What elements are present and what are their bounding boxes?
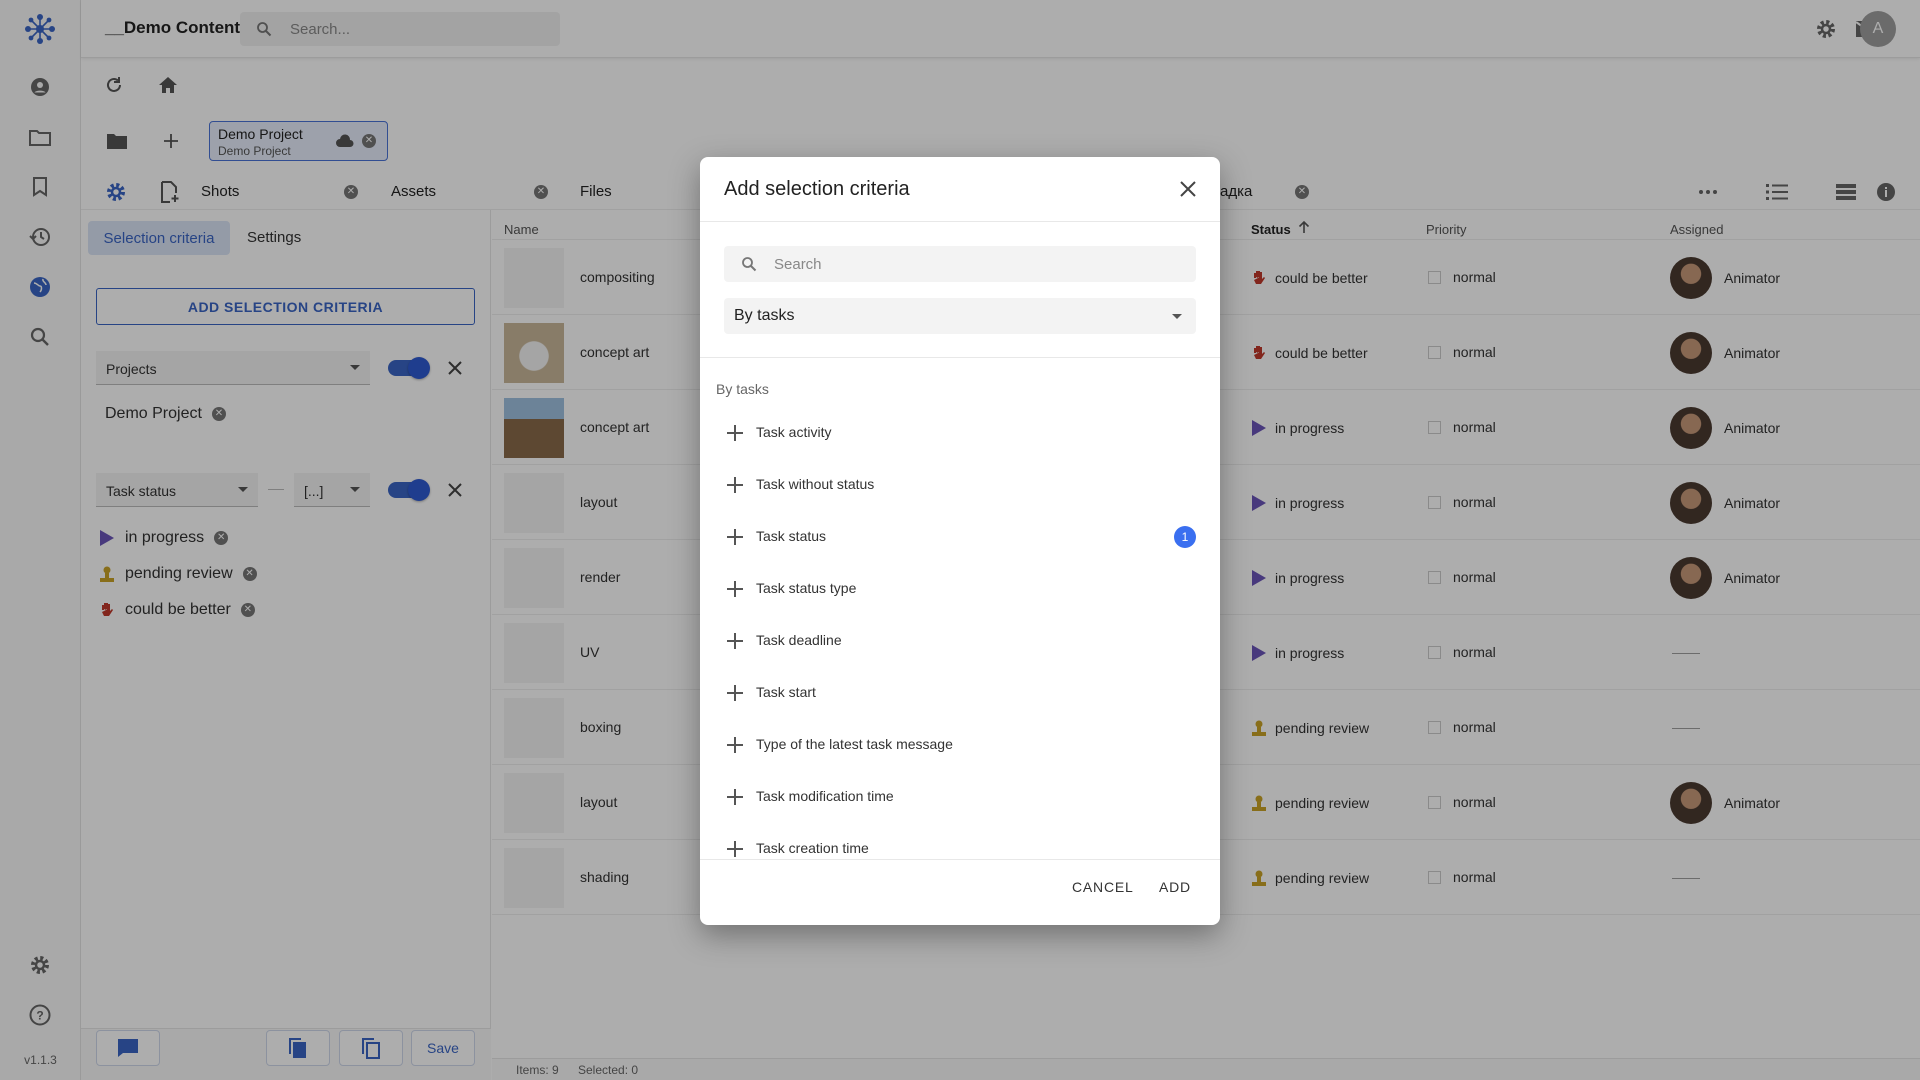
select-value: By tasks [734,307,795,324]
divider [700,221,1220,222]
cancel-button[interactable]: CANCEL [1072,879,1134,895]
criteria-item[interactable]: Task status 1 [700,511,1220,563]
plus-icon [727,581,743,597]
criteria-item[interactable]: Task start [700,667,1220,719]
count-badge: 1 [1174,526,1196,548]
criteria-label: Task without status [756,476,875,492]
criteria-item[interactable]: Task activity [700,407,1220,459]
plus-icon [727,477,743,493]
group-label: By tasks [716,381,769,397]
add-selection-criteria-dialog: Add selection criteria Search By tasks B… [700,157,1220,925]
criteria-search-input[interactable]: Search [724,246,1196,282]
plus-icon [727,841,743,857]
plus-icon [727,425,743,441]
criteria-label: Task modification time [756,788,894,804]
criteria-item[interactable]: Task status type [700,563,1220,615]
criteria-item[interactable]: Task deadline [700,615,1220,667]
criteria-label: Task start [756,684,816,700]
criteria-label: Task activity [756,424,832,440]
dialog-title: Add selection criteria [724,178,910,200]
plus-icon [727,789,743,805]
criteria-item[interactable]: Task creation time [700,823,1220,859]
close-icon[interactable] [1178,179,1198,199]
divider [700,357,1220,358]
add-button[interactable]: ADD [1159,879,1191,895]
criteria-group-select[interactable]: By tasks [724,298,1196,334]
criteria-label: Type of the latest task message [756,736,953,752]
search-placeholder: Search [774,256,822,273]
plus-icon [727,737,743,753]
criteria-item[interactable]: Type of the latest task message [700,719,1220,771]
criteria-item[interactable]: Task without status [700,459,1220,511]
criteria-label: Task status [756,528,827,544]
plus-icon [727,633,743,649]
dialog-actions: CANCEL ADD [700,859,1220,925]
chevron-down-icon [1172,314,1182,319]
criteria-label: Task status type [756,580,857,596]
criteria-list: Task activity Task without status Task sta… [700,407,1220,859]
criteria-label: Task deadline [756,632,842,648]
plus-icon [727,529,743,545]
criteria-label: Task creation time [756,840,869,856]
plus-icon [727,685,743,701]
search-icon [741,256,757,275]
criteria-item[interactable]: Task modification time [700,771,1220,823]
